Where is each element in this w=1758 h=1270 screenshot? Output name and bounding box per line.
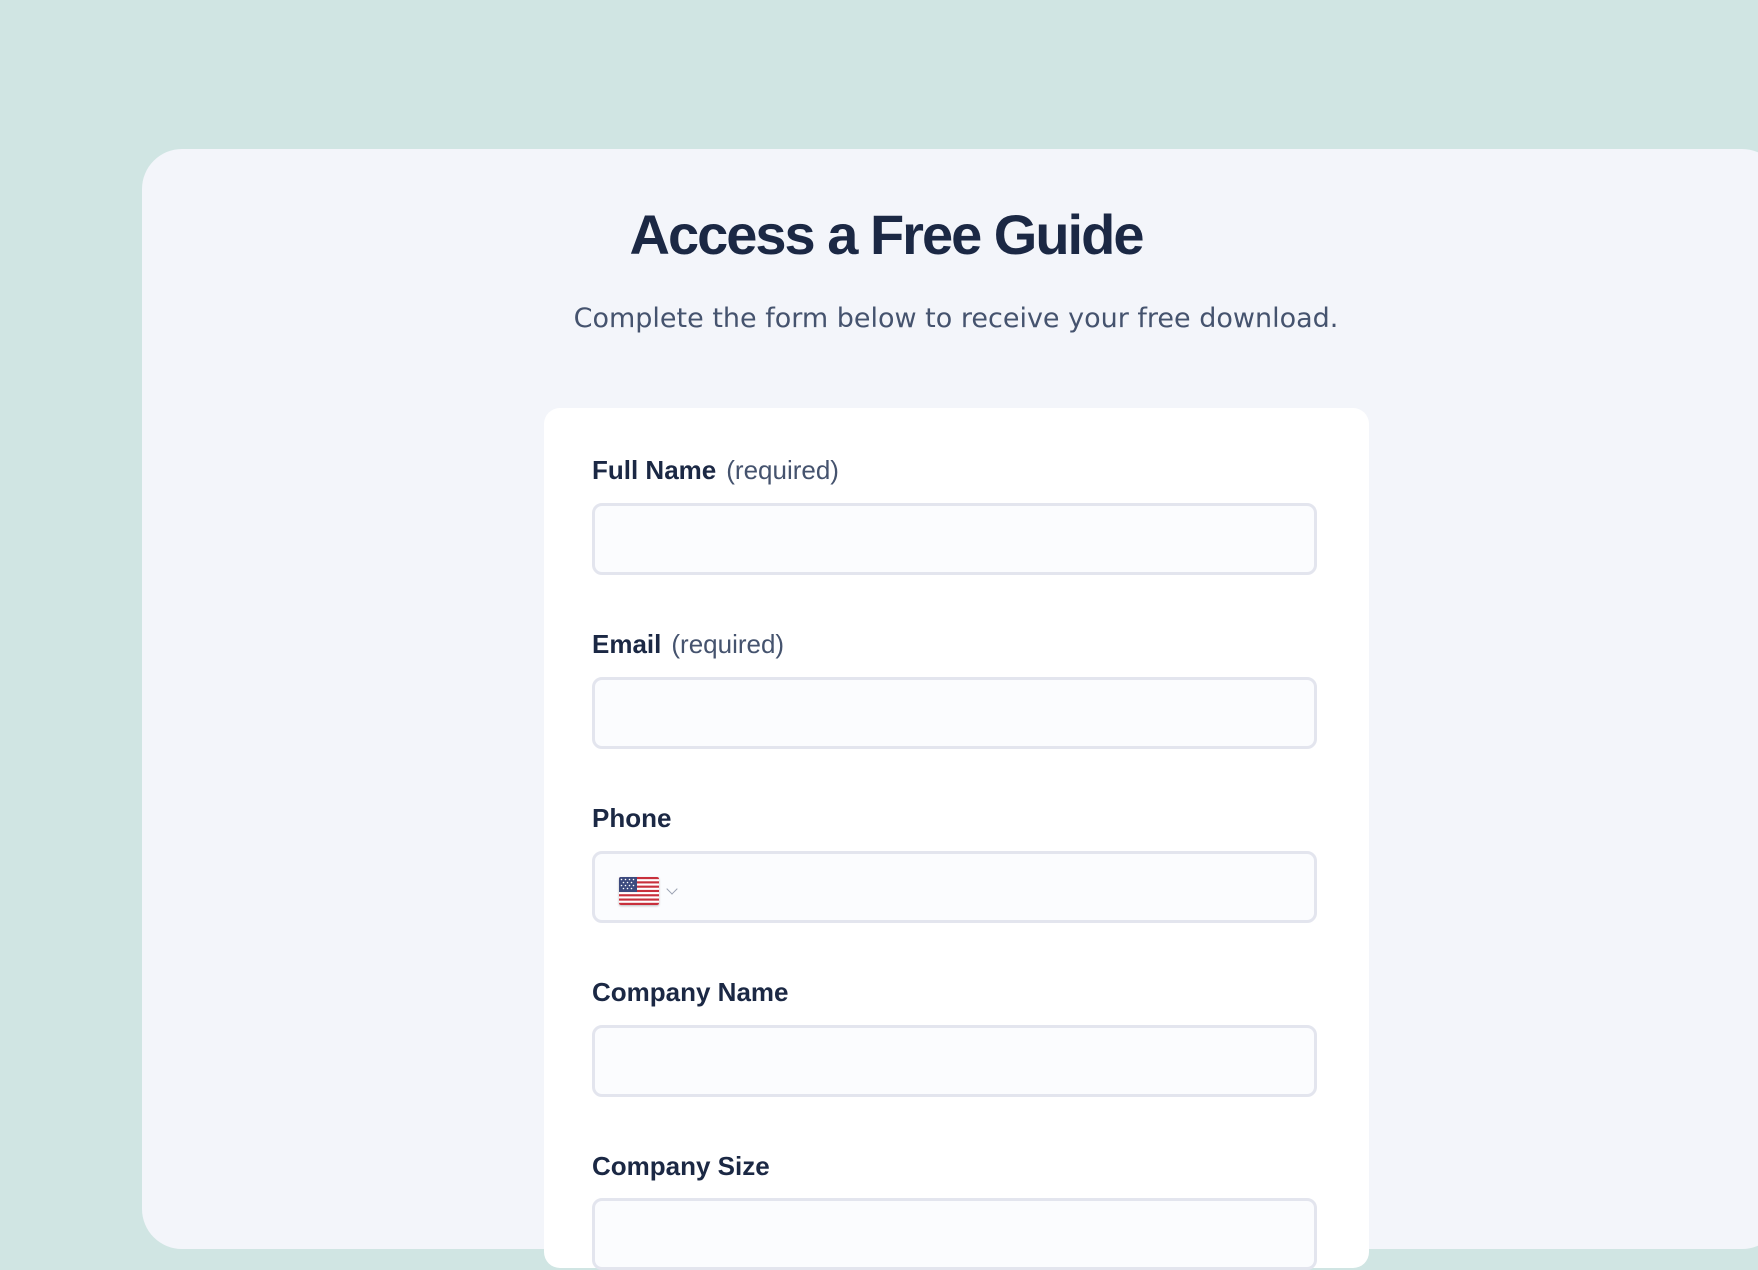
full-name-input[interactable] [595,506,1314,572]
company-name-input[interactable] [595,1028,1314,1094]
email-label: Email (required) [592,629,784,660]
email-input[interactable] [595,680,1314,746]
chevron-down-icon [666,883,678,895]
page-subtitle: Complete the form below to receive your … [573,303,1339,334]
phone-input[interactable] [595,854,1314,920]
company-size-select[interactable] [592,1198,1317,1270]
phone-field[interactable] [592,851,1317,923]
full-name-field[interactable] [592,503,1317,575]
company-name-label: Company Name [592,977,789,1008]
company-name-label-text: Company Name [592,977,789,1007]
company-name-field[interactable] [592,1025,1317,1097]
country-code-selector[interactable] [619,876,683,906]
company-size-label: Company Size [592,1151,770,1182]
full-name-required-note: (required) [726,455,839,485]
full-name-label-text: Full Name [592,455,717,485]
phone-label-text: Phone [592,803,672,833]
company-size-label-text: Company Size [592,1151,770,1181]
full-name-label: Full Name (required) [592,455,839,486]
page-title: Access a Free Guide [629,203,1145,266]
email-label-text: Email [592,629,662,659]
email-field[interactable] [592,677,1317,749]
phone-label: Phone [592,803,671,834]
us-flag-icon [619,877,659,905]
email-required-note: (required) [671,629,785,659]
